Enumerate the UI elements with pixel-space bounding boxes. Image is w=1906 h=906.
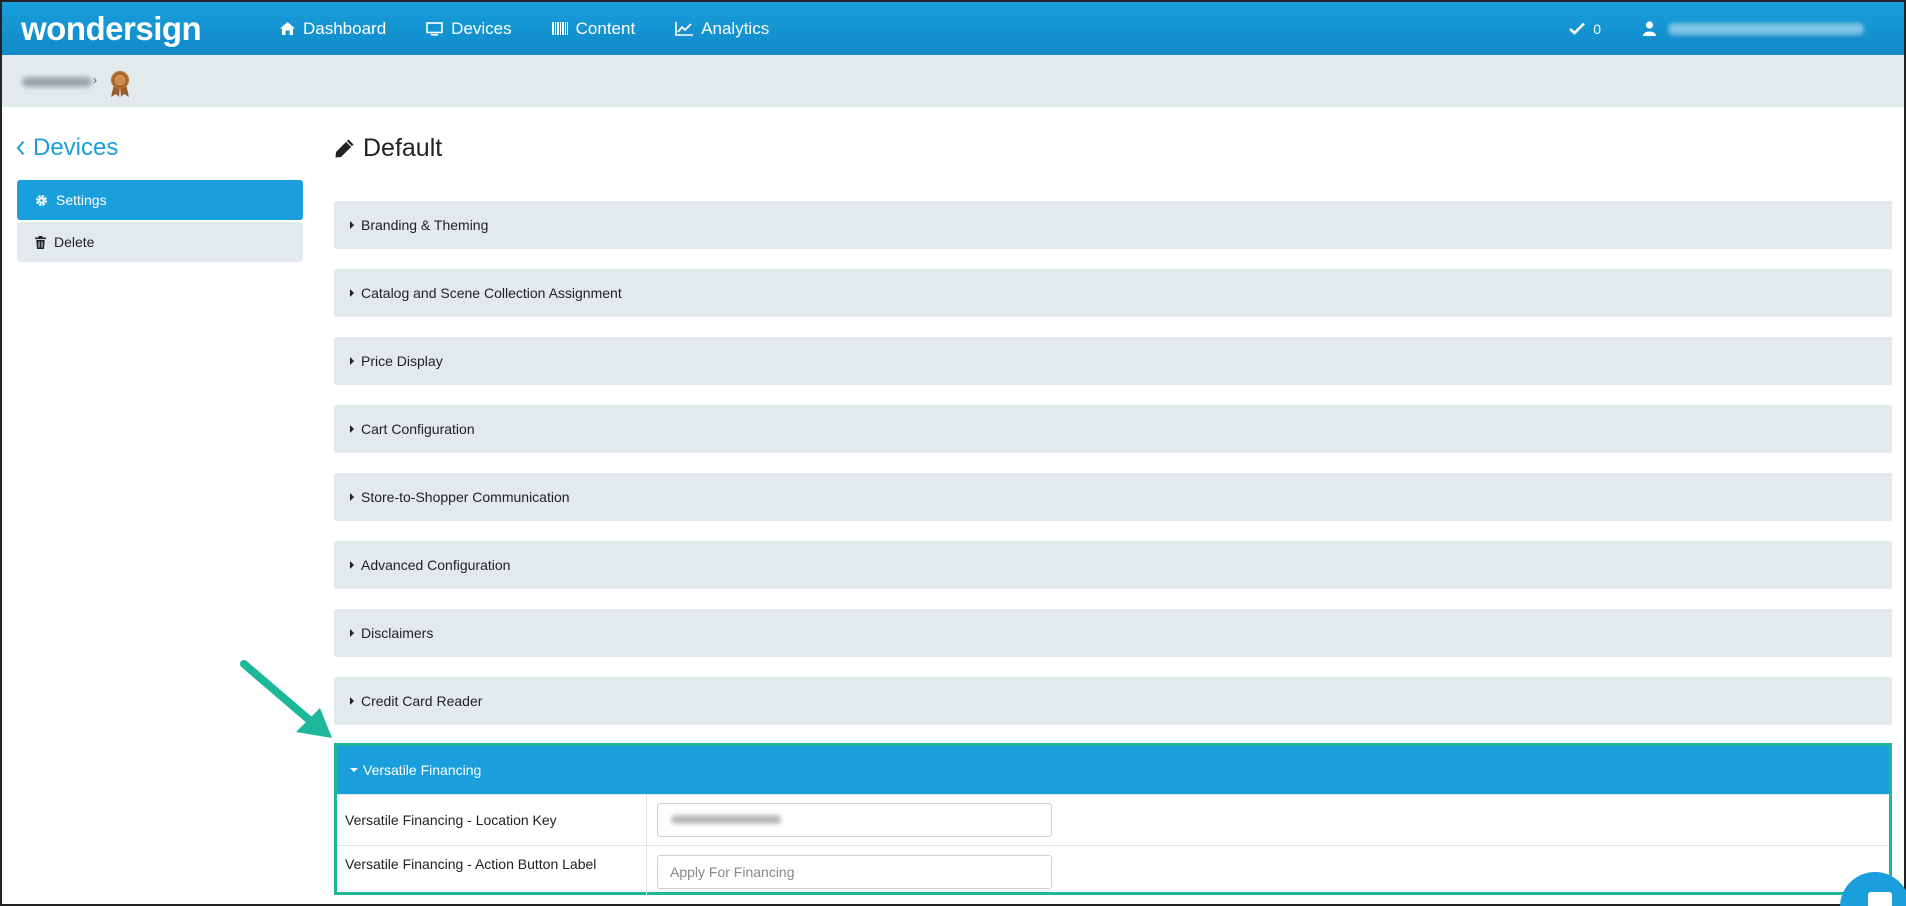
action-button-label-input[interactable] xyxy=(657,855,1052,889)
nav-devices[interactable]: Devices xyxy=(426,18,512,39)
panel-branding-theming[interactable]: Branding & Theming xyxy=(334,201,1892,249)
caret-right-icon xyxy=(350,561,354,569)
annotation-arrow-icon xyxy=(240,660,332,738)
panel-disclaimers[interactable]: Disclaimers xyxy=(334,609,1892,657)
location-key-label: Versatile Financing - Location Key xyxy=(345,812,557,828)
chevron-left-icon xyxy=(16,140,25,156)
panel-title: Catalog and Scene Collection Assignment xyxy=(361,285,622,301)
panel-title: Credit Card Reader xyxy=(361,693,483,709)
form-row-location-key: Versatile Financing - Location Key xyxy=(337,794,1889,845)
breadcrumb-redacted[interactable] xyxy=(22,77,92,87)
caret-right-icon xyxy=(350,221,354,229)
nav-dashboard[interactable]: Dashboard xyxy=(280,19,386,39)
user-menu[interactable] xyxy=(1643,21,1864,36)
nav-devices-label: Devices xyxy=(451,18,512,38)
panel-title: Disclaimers xyxy=(361,625,434,641)
nav-content[interactable]: Content xyxy=(551,18,636,39)
back-to-devices-link[interactable]: Devices xyxy=(16,134,118,162)
top-nav-bar: wondersign Dashboard Devices Content Ana… xyxy=(2,2,1904,55)
medal-icon xyxy=(111,71,129,97)
panel-title: Versatile Financing xyxy=(363,762,482,778)
brand-logo[interactable]: wondersign xyxy=(21,10,202,48)
form-row-action-button-label: Versatile Financing - Action Button Labe… xyxy=(337,845,1889,896)
tasks-indicator[interactable]: 0 xyxy=(1569,21,1601,37)
nav-analytics[interactable]: Analytics xyxy=(675,19,769,39)
panel-title: Advanced Configuration xyxy=(361,557,511,573)
chat-icon xyxy=(1868,892,1892,906)
caret-right-icon xyxy=(350,357,354,365)
user-icon xyxy=(1643,21,1656,36)
monitor-icon xyxy=(426,21,443,36)
main-nav: Dashboard Devices Content Analytics xyxy=(280,2,809,55)
action-button-label-label: Versatile Financing - Action Button Labe… xyxy=(345,856,597,872)
barcode-icon xyxy=(551,22,568,35)
row-divider xyxy=(646,846,647,896)
panel-advanced-configuration[interactable]: Advanced Configuration xyxy=(334,541,1892,589)
panel-title: Cart Configuration xyxy=(361,421,475,437)
panel-title: Branding & Theming xyxy=(361,217,489,233)
location-key-redacted xyxy=(671,815,781,824)
breadcrumb-separator-icon: › xyxy=(93,73,97,87)
sidebar-item-delete[interactable]: Delete xyxy=(17,222,303,262)
row-divider xyxy=(646,795,647,845)
panel-price-display[interactable]: Price Display xyxy=(334,337,1892,385)
sidebar-item-label: Delete xyxy=(54,234,95,250)
page-title: Default xyxy=(334,134,442,163)
line-chart-icon xyxy=(675,21,694,36)
gear-icon xyxy=(36,194,47,206)
nav-dashboard-label: Dashboard xyxy=(303,18,387,38)
panel-title: Store-to-Shopper Communication xyxy=(361,489,570,505)
page-title-text: Default xyxy=(363,134,443,162)
caret-right-icon xyxy=(350,425,354,433)
panel-versatile-financing: Versatile Financing Versatile Financing … xyxy=(334,743,1892,896)
nav-analytics-label: Analytics xyxy=(701,18,770,38)
home-icon xyxy=(280,22,295,35)
caret-right-icon xyxy=(350,629,354,637)
caret-right-icon xyxy=(350,697,354,705)
pencil-icon xyxy=(335,139,354,158)
panel-cart-configuration[interactable]: Cart Configuration xyxy=(334,405,1892,453)
sidebar-item-label: Settings xyxy=(56,192,107,208)
nav-content-label: Content xyxy=(575,18,636,38)
panel-catalog-scene-collection[interactable]: Catalog and Scene Collection Assignment xyxy=(334,269,1892,317)
panel-versatile-financing-header[interactable]: Versatile Financing xyxy=(337,746,1889,794)
tasks-count: 0 xyxy=(1593,20,1601,37)
panel-credit-card-reader[interactable]: Credit Card Reader xyxy=(334,677,1892,725)
trash-icon xyxy=(35,235,46,249)
caret-right-icon xyxy=(350,493,354,501)
back-link-label: Devices xyxy=(33,134,119,161)
caret-right-icon xyxy=(350,289,354,297)
user-email-redacted xyxy=(1668,22,1864,35)
check-icon xyxy=(1569,22,1586,35)
nav-right: 0 xyxy=(1569,2,1904,55)
panel-title: Price Display xyxy=(361,353,443,369)
sidebar-item-settings[interactable]: Settings xyxy=(17,180,303,220)
panel-store-to-shopper[interactable]: Store-to-Shopper Communication xyxy=(334,473,1892,521)
caret-down-icon xyxy=(350,768,358,772)
breadcrumb: › xyxy=(2,55,1904,107)
